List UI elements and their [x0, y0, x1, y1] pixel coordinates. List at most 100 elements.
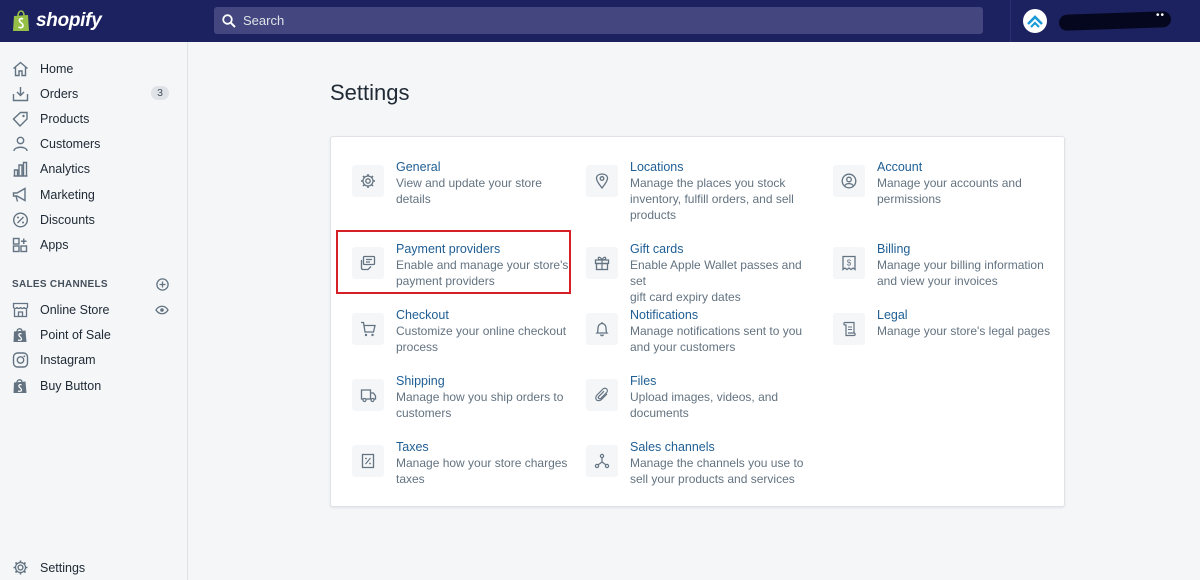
sidebar-item-label: Settings — [40, 560, 86, 575]
sidebar-item-orders[interactable]: Orders 3 — [0, 81, 187, 106]
sidebar-item-label: Online Store — [40, 303, 110, 318]
bell-icon — [586, 313, 618, 345]
settings-tile-gift-cards[interactable]: Gift cards Enable Apple Wallet passes an… — [586, 241, 816, 305]
tile-desc-line: details — [396, 192, 431, 206]
tile-title[interactable]: Taxes — [396, 439, 567, 455]
tile-title[interactable]: Checkout — [396, 307, 566, 323]
tile-desc-line: and view your invoices — [877, 274, 998, 288]
cart-icon — [352, 313, 384, 345]
payment-providers-highlight-box — [336, 230, 571, 294]
tile-desc-line: customers — [396, 406, 452, 420]
sidebar-item-point-of-sale[interactable]: Point of Sale — [0, 323, 187, 348]
sidebar-item-marketing[interactable]: Marketing — [0, 182, 187, 207]
settings-card: General View and update your store detai… — [330, 136, 1065, 507]
megaphone-icon — [11, 186, 29, 204]
search-input[interactable] — [243, 13, 943, 28]
sidebar-item-apps[interactable]: Apps — [0, 232, 187, 257]
settings-tile-locations[interactable]: Locations Manage the places you stock in… — [586, 159, 816, 223]
settings-tile-legal[interactable]: Legal Manage your store's legal pages — [833, 307, 1058, 345]
sidebar-item-label: Analytics — [40, 162, 91, 177]
search-icon — [222, 13, 236, 28]
tile-desc-line: gift card expiry dates — [630, 290, 741, 304]
shopify-bag-icon — [13, 10, 29, 31]
tile-title[interactable]: Legal — [877, 307, 1050, 323]
tile-title[interactable]: Locations — [630, 159, 794, 175]
search-bar[interactable] — [214, 7, 983, 34]
eye-icon[interactable] — [155, 303, 169, 317]
person-icon — [11, 135, 29, 153]
sidebar-item-home[interactable]: Home — [0, 56, 187, 81]
tile-title[interactable]: Shipping — [396, 373, 563, 389]
sidebar-item-analytics[interactable]: Analytics — [0, 157, 187, 182]
settings-tile-shipping[interactable]: Shipping Manage how you ship orders to c… — [352, 373, 577, 421]
tile-desc-line: View and update your store — [396, 176, 542, 190]
tile-desc-line: Manage your billing information — [877, 258, 1044, 272]
tag-icon — [11, 110, 29, 128]
location-pin-icon — [586, 165, 618, 197]
sales-channels-icon — [586, 445, 618, 477]
orders-count-badge: 3 — [151, 86, 169, 101]
shopify-logo[interactable]: shopify — [0, 0, 188, 42]
apps-icon — [11, 236, 29, 254]
tile-desc-line: Manage notifications sent to you — [630, 324, 803, 338]
tile-desc-line: Manage the channels you use to — [630, 456, 804, 470]
tile-desc-line: taxes — [396, 472, 425, 486]
settings-tile-notifications[interactable]: Notifications Manage notifications sent … — [586, 307, 816, 355]
pos-bag-icon — [11, 326, 29, 344]
more-icon[interactable]: •• — [1156, 10, 1165, 21]
tile-desc-line: Customize your online checkout — [396, 324, 567, 338]
sidebar-item-settings[interactable]: Settings — [0, 555, 188, 580]
sidebar-item-customers[interactable]: Customers — [0, 132, 187, 157]
gear-icon — [11, 559, 29, 577]
bar-chart-icon — [11, 160, 29, 178]
sidebar-item-label: Orders — [40, 86, 79, 101]
tile-title[interactable]: Notifications — [630, 307, 802, 323]
settings-tile-general[interactable]: General View and update your store detai… — [352, 159, 572, 207]
page-title: Settings — [330, 80, 410, 105]
sidebar-item-instagram[interactable]: Instagram — [0, 348, 187, 373]
tile-title[interactable]: General — [396, 159, 542, 175]
store-avatar[interactable] — [1023, 9, 1047, 33]
paperclip-icon — [586, 379, 618, 411]
sidebar-item-label: Discounts — [40, 212, 95, 227]
sidebar-item-label: Marketing — [40, 187, 95, 202]
user-menu[interactable] — [1010, 0, 1200, 42]
store-logo-icon — [1027, 15, 1043, 28]
top-bar: shopify •• — [0, 0, 1200, 42]
settings-tile-taxes[interactable]: Taxes Manage how your store charges taxe… — [352, 439, 577, 487]
sidebar-item-online-store[interactable]: Online Store — [0, 298, 187, 323]
sidebar-item-products[interactable]: Products — [0, 106, 187, 131]
tile-title[interactable]: Account — [877, 159, 1022, 175]
sidebar-item-label: Apps — [40, 237, 69, 252]
sidebar: Home Orders 3 Products Customers Analyti… — [0, 42, 188, 580]
tile-desc-line: Manage the places you stock — [630, 176, 786, 190]
tile-desc-line: Manage your accounts and — [877, 176, 1022, 190]
tile-title[interactable]: Files — [630, 373, 778, 389]
sidebar-item-label: Customers — [40, 137, 101, 152]
settings-tile-files[interactable]: Files Upload images, videos, and documen… — [586, 373, 816, 421]
billing-icon: $ — [833, 247, 865, 279]
account-icon — [833, 165, 865, 197]
tile-desc-line: Manage how you ship orders to — [396, 390, 564, 404]
settings-tile-billing[interactable]: $ Billing Manage your billing informatio… — [833, 241, 1058, 289]
tile-desc-line: sell your products and services — [630, 472, 795, 486]
sidebar-item-discounts[interactable]: Discounts — [0, 207, 187, 232]
settings-tile-account[interactable]: Account Manage your accounts and permiss… — [833, 159, 1058, 207]
instagram-icon — [11, 351, 29, 369]
sidebar-item-buy-button[interactable]: Buy Button — [0, 373, 187, 398]
tile-title[interactable]: Gift cards — [630, 241, 816, 257]
settings-tile-sales-channels[interactable]: Sales channels Manage the channels you u… — [586, 439, 816, 487]
tile-desc-line: Upload images, videos, and — [630, 390, 779, 404]
gear-icon — [352, 165, 384, 197]
tile-desc-line: inventory, fulfill orders, and sell — [630, 192, 794, 206]
add-channel-icon[interactable] — [155, 278, 169, 292]
tile-desc-line: permissions — [877, 192, 942, 206]
settings-tile-checkout[interactable]: Checkout Customize your online checkout … — [352, 307, 577, 355]
sales-channels-nav: Online Store Point of Sale Instagram Buy… — [0, 298, 187, 399]
tile-desc-line: Manage how your store charges — [396, 456, 568, 470]
tile-desc-line: Manage your store's legal pages — [877, 324, 1051, 338]
sales-channels-header: SALES CHANNELS — [0, 272, 187, 298]
tile-title[interactable]: Sales channels — [630, 439, 803, 455]
tile-title[interactable]: Billing — [877, 241, 1044, 257]
tile-desc-line: process — [396, 340, 439, 354]
